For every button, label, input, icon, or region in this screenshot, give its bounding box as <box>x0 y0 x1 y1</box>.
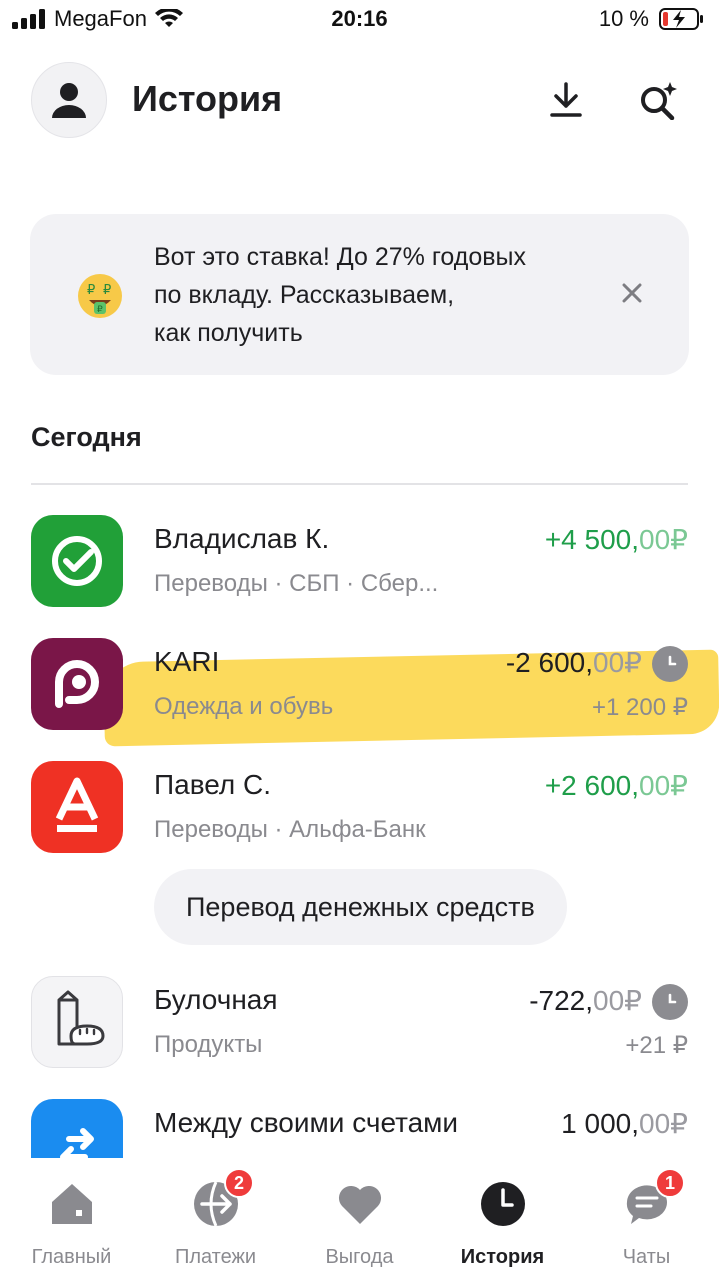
money-mouth-face-icon: ₽ ₽ ₽ <box>78 274 122 318</box>
tab-benefits[interactable]: Выгода <box>288 1176 431 1276</box>
promo-banner[interactable]: ₽ ₽ ₽ Вот это ставка! До 27% годовых по … <box>30 214 689 375</box>
home-icon <box>51 1184 92 1224</box>
transfer-comment: Перевод денежных средств <box>154 869 567 945</box>
battery-charging-icon <box>659 8 703 30</box>
cashback-amount: +21 ₽ <box>625 1032 688 1059</box>
bakery-icon <box>31 976 123 1068</box>
notification-badge: 1 <box>655 1168 685 1198</box>
tab-history[interactable]: История <box>431 1176 574 1276</box>
profile-avatar[interactable] <box>31 62 107 138</box>
header: История <box>0 60 719 142</box>
pending-clock-icon <box>652 646 688 682</box>
tab-bar: Главный 2 Платежи Выгода История 1 Чаты <box>0 1158 719 1280</box>
transaction-name: KARI <box>154 646 220 677</box>
cashback-amount: +1 200 ₽ <box>591 694 688 721</box>
svg-text:₽: ₽ <box>97 305 103 315</box>
tab-payments[interactable]: 2 Платежи <box>144 1168 287 1276</box>
heart-icon <box>338 1185 381 1224</box>
transaction-category: Переводы · СБП · Сбер... <box>154 570 439 597</box>
transaction-row[interactable]: KARI Одежда и обувь -2 600,00₽ +1 200 ₽ <box>0 638 719 748</box>
transaction-row[interactable]: Булочная Продукты -722,00₽ +21 ₽ <box>0 976 719 1086</box>
transaction-row[interactable]: Павел С. Переводы · Альфа-Банк +2 600,00… <box>0 761 719 871</box>
transaction-name: Владислав К. <box>154 523 330 554</box>
transaction-amount: -2 600,00₽ <box>505 647 642 678</box>
svg-text:₽: ₽ <box>103 283 111 298</box>
section-divider <box>31 483 688 485</box>
section-title-today: Сегодня <box>31 422 142 452</box>
sber-icon <box>31 515 123 607</box>
download-button[interactable] <box>542 76 590 124</box>
pending-clock-icon <box>652 984 688 1020</box>
tab-chats[interactable]: 1 Чаты <box>575 1168 718 1276</box>
transaction-amount: +4 500,00₽ <box>544 524 688 555</box>
alfa-bank-icon <box>31 761 123 853</box>
transaction-name: Между своими счетами <box>154 1107 459 1138</box>
transaction-row[interactable]: Между своими счетами 1 000,00₽ <box>0 1099 719 1158</box>
promo-text: Вот это ставка! До 27% годовых по вкладу… <box>154 243 526 347</box>
transaction-amount: +2 600,00₽ <box>544 770 688 801</box>
search-button[interactable] <box>634 76 682 124</box>
page-title: История <box>132 78 283 119</box>
transaction-category: Одежда и обувь <box>154 693 334 720</box>
transaction-row[interactable]: Владислав К. Переводы · СБП · Сбер... +4… <box>0 515 719 625</box>
notification-badge: 2 <box>224 1168 254 1198</box>
transaction-name: Булочная <box>154 984 278 1015</box>
battery-percent: 10 % <box>598 6 649 31</box>
sparkle-search-icon <box>641 82 677 120</box>
tab-main[interactable]: Главный <box>0 1176 143 1276</box>
history-screen: MegaFon 20:16 10 % История ₽ ₽ ₽ Вот это… <box>0 0 719 1280</box>
transaction-amount: -722,00₽ <box>529 985 642 1016</box>
transaction-amount: 1 000,00₽ <box>561 1108 688 1139</box>
user-icon <box>52 83 86 118</box>
svg-text:₽: ₽ <box>87 283 95 298</box>
status-bar: MegaFon 20:16 10 % <box>0 0 719 40</box>
close-icon[interactable] <box>619 280 645 306</box>
kari-icon <box>31 638 123 730</box>
transfer-arrows-icon <box>31 1099 123 1158</box>
download-icon <box>550 82 582 117</box>
transaction-category: Продукты <box>154 1031 263 1058</box>
clock-icon <box>480 1182 525 1226</box>
transaction-name: Павел С. <box>154 769 272 800</box>
transaction-category: Переводы · Альфа-Банк <box>154 816 426 843</box>
